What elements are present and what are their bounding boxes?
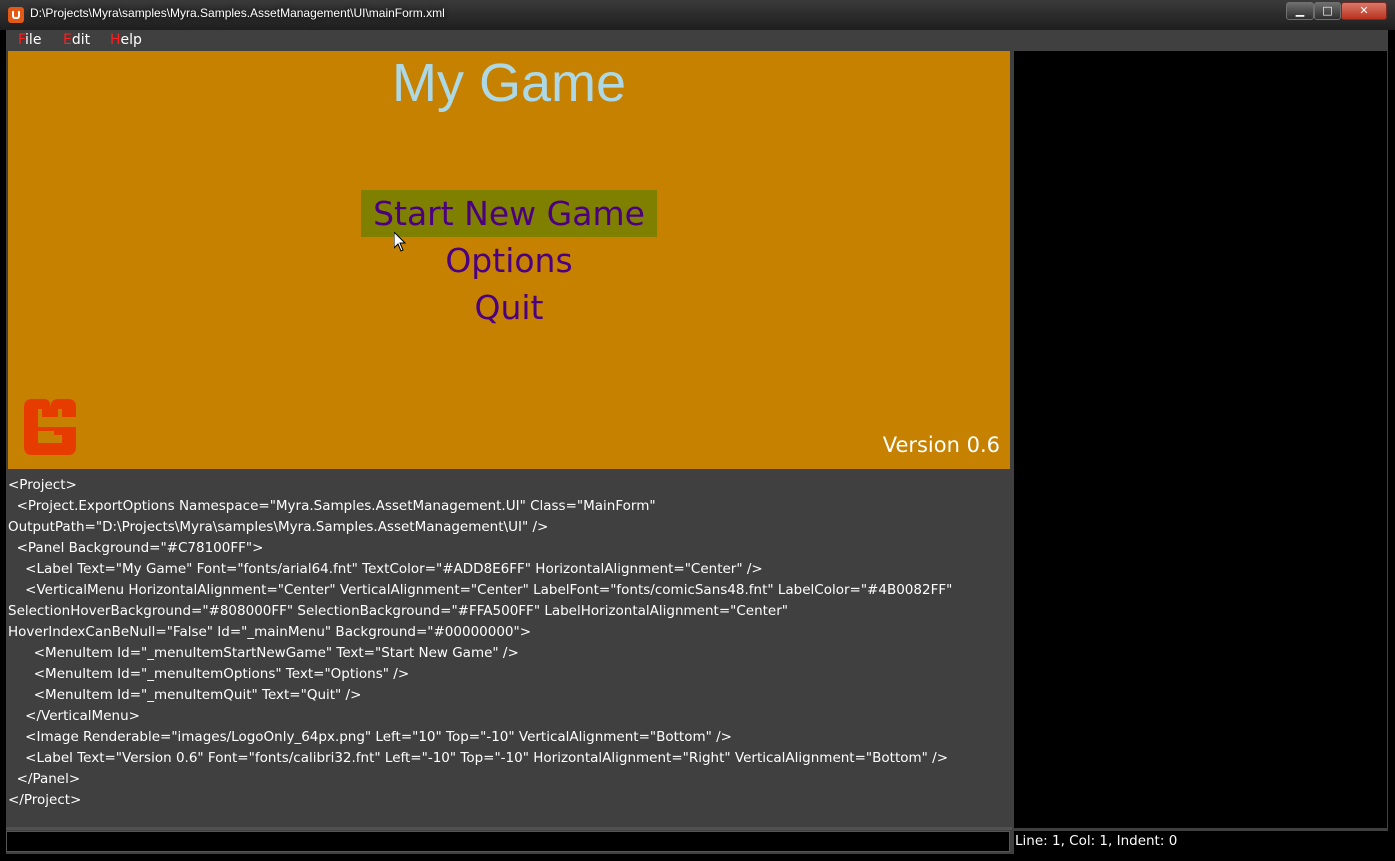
version-label: Version 0.6	[882, 433, 1000, 457]
vertical-menu[interactable]: Start New Game Options Quit	[8, 190, 1010, 331]
menu-edit-hotkey: E	[63, 32, 72, 48]
menu-help-hotkey: H	[110, 32, 121, 48]
app-icon	[8, 7, 24, 23]
command-input[interactable]	[6, 831, 1010, 852]
close-button[interactable]: ✕	[1341, 2, 1387, 20]
menu-file-label: ile	[25, 32, 42, 48]
minimize-button[interactable]: ▁	[1286, 2, 1314, 20]
title-bar: D:\Projects\Myra\samples\Myra.Samples.As…	[0, 0, 1395, 30]
editor-splitter[interactable]	[6, 827, 1012, 830]
xml-editor[interactable]: <Project> <Project.ExportOptions Namespa…	[8, 471, 1010, 826]
maximize-button[interactable]: □	[1314, 2, 1341, 20]
mouse-cursor-icon	[394, 232, 406, 252]
xml-text[interactable]: <Project> <Project.ExportOptions Namespa…	[8, 475, 952, 811]
game-title-label: My Game	[391, 53, 627, 113]
menu-help-label: elp	[120, 32, 142, 48]
status-bar: Line: 1, Col: 1, Indent: 0	[1014, 831, 1388, 854]
client-area: File Edit Help My Game Start New Game Op…	[6, 30, 1388, 854]
design-preview-panel[interactable]: My Game Start New Game Options Quit Vers…	[8, 51, 1010, 469]
menu-item-start-new-game[interactable]: Start New Game	[361, 190, 657, 237]
menu-edit-label: dit	[71, 32, 91, 48]
menu-item-options[interactable]: Options	[433, 237, 584, 284]
properties-panel[interactable]	[1014, 51, 1387, 828]
menu-file[interactable]: File	[18, 32, 41, 48]
monogame-logo-icon	[24, 399, 76, 455]
menu-file-hotkey: F	[18, 32, 26, 48]
menu-bar: File Edit Help	[6, 30, 1388, 50]
menu-edit[interactable]: Edit	[63, 32, 90, 48]
cursor-position-status: Line: 1, Col: 1, Indent: 0	[1015, 833, 1178, 849]
menu-item-quit[interactable]: Quit	[463, 284, 556, 331]
menu-help[interactable]: Help	[110, 32, 142, 48]
window-title: D:\Projects\Myra\samples\Myra.Samples.As…	[30, 6, 445, 20]
